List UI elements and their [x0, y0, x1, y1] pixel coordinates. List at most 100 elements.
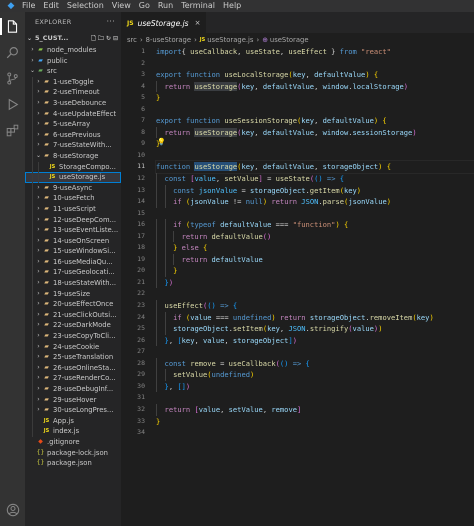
- code-line[interactable]: const remove = useCallback(() => {: [156, 357, 474, 370]
- menu-item-help[interactable]: Help: [223, 0, 241, 12]
- new-folder-icon[interactable]: 🗀: [98, 32, 104, 45]
- close-icon[interactable]: ×: [195, 19, 201, 27]
- breadcrumb-src[interactable]: src: [127, 36, 137, 44]
- code-line[interactable]: }: [156, 138, 474, 150]
- code-line[interactable]: [156, 346, 474, 358]
- code-line[interactable]: } else {: [156, 242, 474, 254]
- tree-folder[interactable]: › ▰ 1-useToggle: [25, 76, 121, 88]
- extensions-icon[interactable]: [4, 122, 21, 139]
- breadcrumb-folder[interactable]: 8-useStorage: [146, 36, 191, 44]
- tree-folder[interactable]: › ▰ 12-useDeepCom...: [25, 214, 121, 226]
- code-line[interactable]: [156, 58, 474, 70]
- run-debug-icon[interactable]: [4, 96, 21, 113]
- code-line[interactable]: export function useLocalStorage(key, def…: [156, 69, 474, 81]
- code-line[interactable]: }, []): [156, 380, 474, 393]
- tree-folder[interactable]: › ▰ 25-useTranslation: [25, 352, 121, 363]
- search-icon[interactable]: [4, 44, 21, 61]
- tree-folder[interactable]: › ▰ 24-useCookie: [25, 341, 121, 353]
- tree-folder[interactable]: › ▰ 18-useStateWith...: [25, 278, 121, 289]
- menu-item-edit[interactable]: Edit: [43, 0, 59, 12]
- code-line[interactable]: return useStorage(key, defaultValue, win…: [156, 126, 474, 139]
- menu-item-run[interactable]: Run: [158, 0, 173, 12]
- code-line[interactable]: }): [156, 276, 474, 289]
- tree-folder[interactable]: › ▰ 6-usePrevious: [25, 129, 121, 141]
- tab-usestorage[interactable]: JS useStorage.js ×: [121, 12, 207, 33]
- code-line[interactable]: const [value, setValue] = useState(() =>…: [156, 173, 474, 185]
- tree-folder[interactable]: ⌄ ▰ 8-useStorage: [25, 150, 121, 162]
- tree-folder[interactable]: › ▰ 13-useEventListe...: [25, 225, 121, 236]
- source-control-icon[interactable]: [4, 70, 21, 87]
- code-line[interactable]: }, [key, value, storageObject]): [156, 334, 474, 347]
- tree-folder[interactable]: › ▰ 23-useCopyToCli...: [25, 331, 121, 342]
- workspace-section-header[interactable]: ⌄ 5_CUST... 🗋 🗀 ↻ ⊟: [25, 32, 121, 45]
- code-line[interactable]: if (value === undefined) return storageO…: [156, 311, 474, 324]
- tree-folder[interactable]: › ▰ 27-useRenderCo...: [25, 373, 121, 384]
- tree-folder[interactable]: › ▰ public: [25, 56, 121, 67]
- tree-folder[interactable]: › ▰ 2-useTimeout: [25, 87, 121, 98]
- explorer-icon[interactable]: [0, 18, 21, 35]
- tree-folder[interactable]: › ▰ 7-useStateWith...: [25, 140, 121, 151]
- tree-folder[interactable]: › ▰ node_modules: [25, 45, 121, 56]
- tree-folder[interactable]: › ▰ 28-useDebugInf...: [25, 384, 121, 395]
- code-line[interactable]: [156, 288, 474, 300]
- menu-item-view[interactable]: View: [112, 0, 131, 12]
- code-line[interactable]: }: [156, 92, 474, 104]
- tree-folder[interactable]: › ▰ 4-useUpdateEffect: [25, 108, 121, 120]
- breadcrumb-file[interactable]: useStorage.js: [207, 36, 253, 44]
- code-line[interactable]: const jsonValue = storageObject.getItem(…: [156, 184, 474, 197]
- code-line[interactable]: [156, 150, 474, 162]
- code-line[interactable]: function useStorage(key, defaultValue, s…: [155, 160, 474, 174]
- tree-folder[interactable]: › ▰ 20-useEffectOnce: [25, 299, 121, 310]
- menu-item-selection[interactable]: Selection: [67, 0, 104, 12]
- tree-file[interactable]: JS StorageCompo...: [25, 161, 121, 173]
- tree-file[interactable]: ◆ .gitignore: [25, 437, 121, 448]
- tree-folder[interactable]: › ▰ 16-useMediaQu...: [25, 256, 121, 268]
- code-line[interactable]: return [value, setValue, remove]: [156, 403, 474, 416]
- tree-folder[interactable]: › ▰ 9-useAsync: [25, 182, 121, 194]
- tree-folder[interactable]: › ▰ 15-useWindowSi...: [25, 246, 121, 257]
- breadcrumb-symbol[interactable]: useStorage: [270, 36, 309, 44]
- tree-folder[interactable]: › ▰ 19-useSize: [25, 288, 121, 300]
- code-line[interactable]: [156, 392, 474, 404]
- code-line[interactable]: [156, 104, 474, 116]
- code-editor[interactable]: 1 2 3 4 5 6 7 8 9 10 11 12 13 14 15 16 17 18 19 20 21 22 23 24 2…: [121, 46, 474, 526]
- tree-folder[interactable]: › ▰ 29-useHover: [25, 394, 121, 406]
- code-line[interactable]: return defaultValue(): [156, 230, 474, 243]
- tree-file[interactable]: {} package-lock.json: [25, 448, 121, 459]
- code-line[interactable]: return useStorage(key, defaultValue, win…: [156, 80, 474, 93]
- tree-folder[interactable]: › ▰ 30-useLongPres...: [25, 405, 121, 416]
- code-content[interactable]: import{ useCallback, useState, useEffect…: [155, 46, 474, 439]
- tree-file[interactable]: JS useStorage.js: [25, 172, 121, 183]
- tree-folder[interactable]: › ▰ 11-useScript: [25, 203, 121, 215]
- more-actions-icon[interactable]: ···: [106, 12, 115, 32]
- menu-item-go[interactable]: Go: [139, 0, 150, 12]
- code-line[interactable]: [156, 427, 474, 439]
- code-line[interactable]: if (jsonValue != null) return JSON.parse…: [156, 196, 474, 208]
- tree-folder[interactable]: › ▰ 10-useFetch: [25, 193, 121, 204]
- menu-item-file[interactable]: File: [22, 0, 35, 12]
- code-line[interactable]: useEffect(() => {: [156, 300, 474, 312]
- code-line[interactable]: }: [156, 265, 474, 277]
- tree-file[interactable]: {} package.json: [25, 458, 121, 469]
- tree-folder[interactable]: › ▰ 14-useOnScreen: [25, 235, 121, 247]
- account-icon[interactable]: [4, 501, 21, 518]
- code-line[interactable]: setValue(undefined): [156, 369, 474, 381]
- tree-folder[interactable]: › ▰ 3-useDebounce: [25, 97, 121, 109]
- collapse-all-icon[interactable]: ⊟: [113, 32, 118, 45]
- tree-folder[interactable]: › ▰ 5-useArray: [25, 119, 121, 130]
- refresh-icon[interactable]: ↻: [106, 32, 111, 45]
- tree-folder[interactable]: › ▰ 17-useGeolocati...: [25, 267, 121, 279]
- tree-file[interactable]: JS index.js: [25, 426, 121, 437]
- new-file-icon[interactable]: 🗋: [91, 32, 96, 45]
- code-line[interactable]: }: [156, 416, 474, 428]
- tree-folder[interactable]: › ▰ 26-useOnlineSta...: [25, 362, 121, 374]
- code-line[interactable]: import{ useCallback, useState, useEffect…: [156, 46, 474, 58]
- menu-item-terminal[interactable]: Terminal: [181, 0, 215, 12]
- code-line[interactable]: if (typeof defaultValue === "function") …: [156, 219, 474, 231]
- code-line[interactable]: export function useSessionStorage(key, d…: [156, 115, 474, 127]
- code-line[interactable]: return defaultValue: [156, 253, 474, 266]
- tree-folder[interactable]: › ▰ 21-useClickOutsi...: [25, 309, 121, 321]
- code-line[interactable]: storageObject.setItem(key, JSON.stringif…: [156, 323, 474, 335]
- code-line[interactable]: [156, 208, 474, 220]
- tree-folder[interactable]: ⌄ ▰ src: [25, 66, 121, 77]
